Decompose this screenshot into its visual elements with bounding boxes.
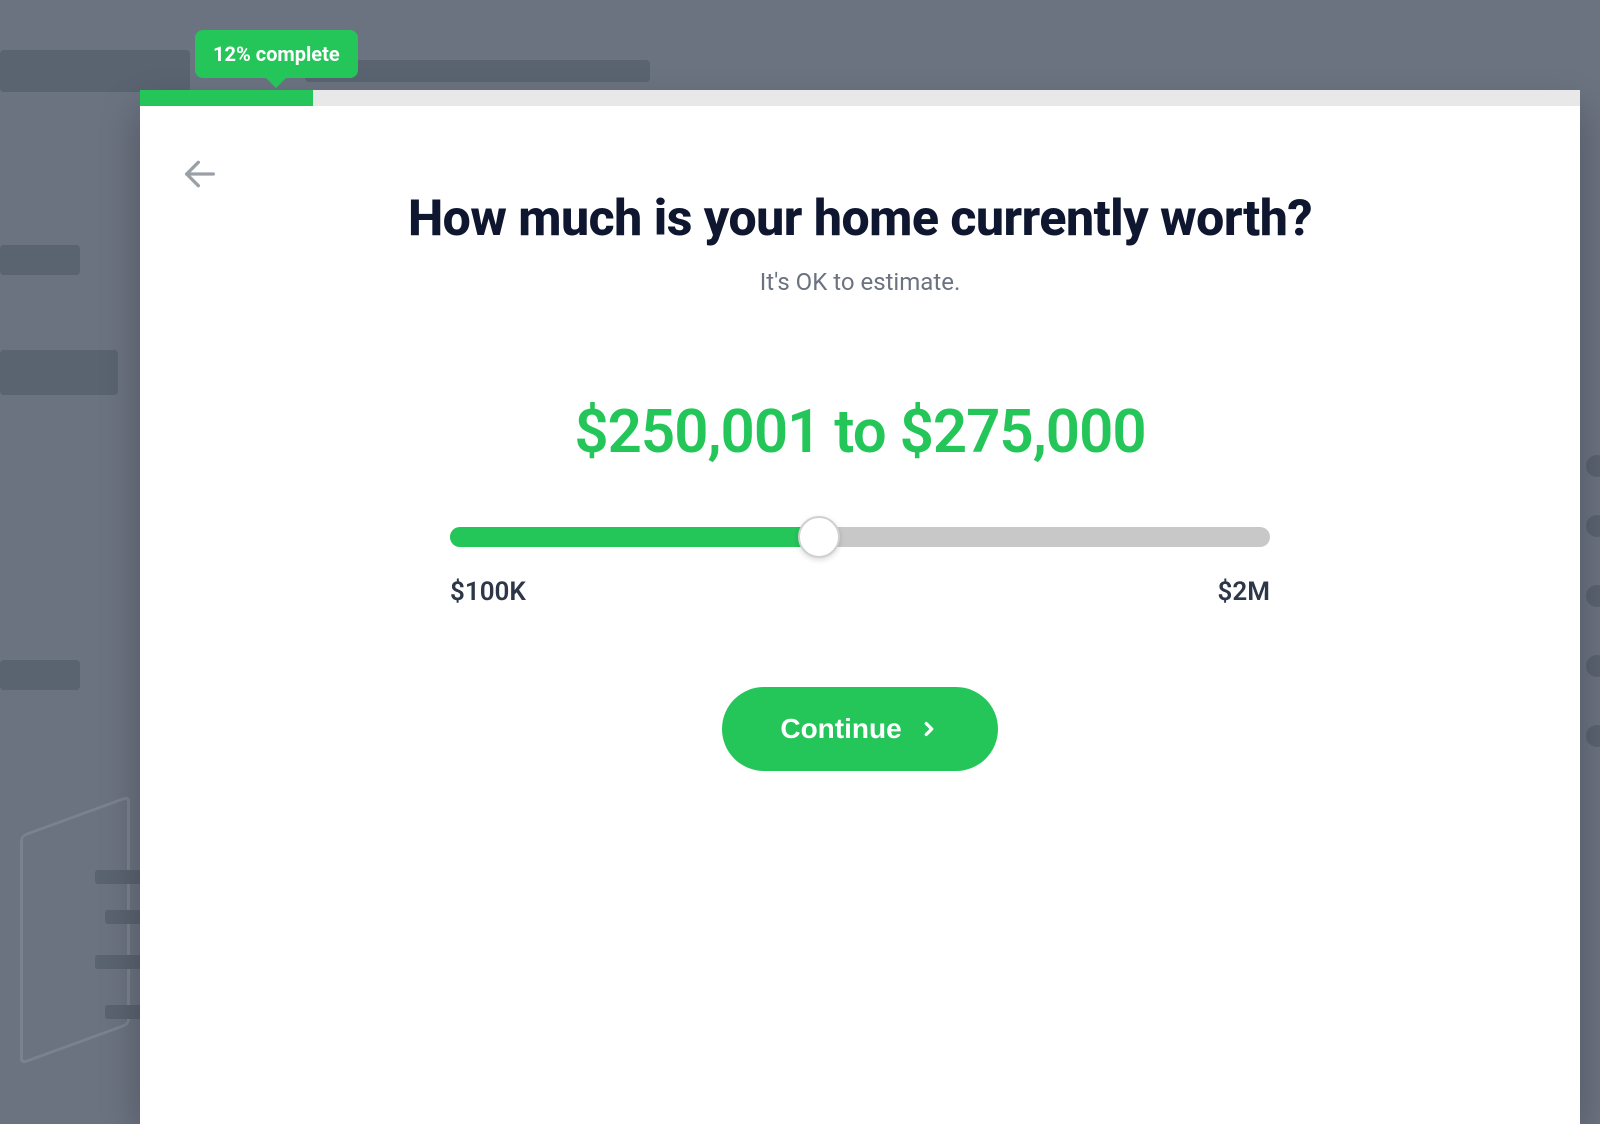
bg-placeholder <box>105 1005 145 1019</box>
continue-label: Continue <box>780 713 901 745</box>
continue-button[interactable]: Continue <box>722 687 997 771</box>
slider-value-display: $250,001 to $275,000 <box>574 396 1145 467</box>
bg-placeholder <box>0 660 80 690</box>
slider-fill <box>450 527 819 547</box>
bg-placeholder <box>95 955 145 969</box>
arrow-left-icon <box>180 154 220 194</box>
question-card: 12% complete How much is your home curre… <box>140 100 1580 1124</box>
progress-bar <box>140 90 1580 106</box>
slider-thumb[interactable] <box>798 516 840 558</box>
bg-placeholder <box>105 910 145 924</box>
slider-min-label: $100K <box>450 577 526 607</box>
progress-tooltip: 12% complete <box>195 30 358 78</box>
chevron-right-icon <box>918 718 940 740</box>
progress-fill <box>140 90 313 106</box>
question-subtitle: It's OK to estimate. <box>760 268 961 296</box>
home-value-slider[interactable]: $100K $2M <box>450 527 1270 607</box>
slider-max-label: $2M <box>1218 577 1270 607</box>
bg-placeholder <box>0 245 80 275</box>
content-area: How much is your home currently worth? I… <box>140 190 1580 771</box>
bg-placeholder <box>0 50 190 92</box>
question-title: How much is your home currently worth? <box>408 190 1312 248</box>
bg-placeholder <box>95 870 145 884</box>
bg-placeholder <box>0 350 118 395</box>
slider-labels: $100K $2M <box>450 577 1270 607</box>
bg-placeholder <box>20 795 130 1065</box>
slider-track[interactable] <box>450 527 1270 547</box>
